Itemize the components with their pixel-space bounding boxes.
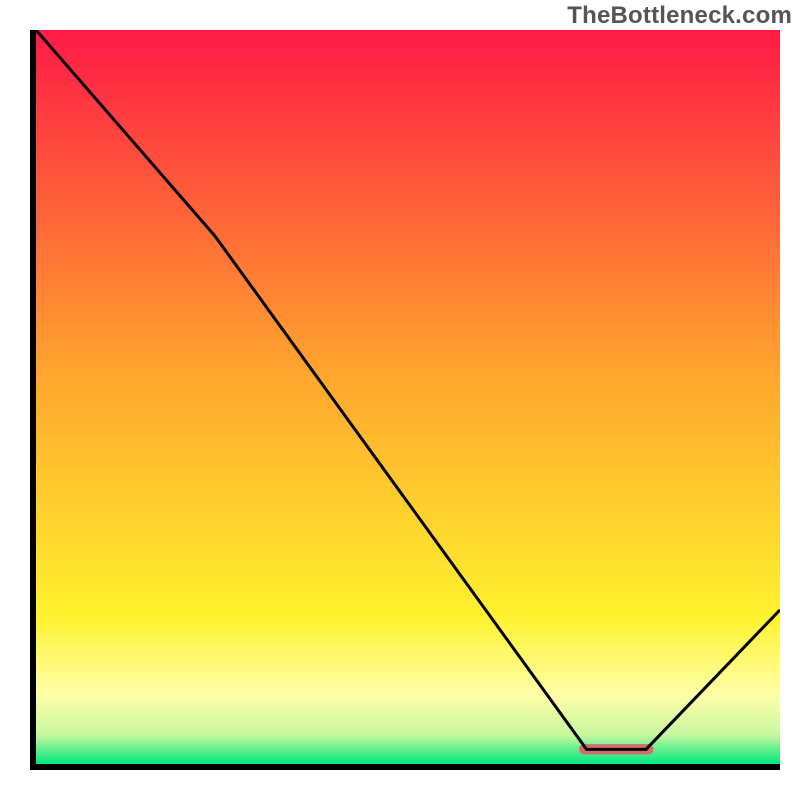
plot-area bbox=[36, 30, 780, 764]
chart-frame: TheBottleneck.com bbox=[0, 0, 800, 800]
watermark-label: TheBottleneck.com bbox=[567, 2, 792, 30]
chart-svg bbox=[36, 30, 780, 764]
gradient-background bbox=[36, 30, 780, 764]
